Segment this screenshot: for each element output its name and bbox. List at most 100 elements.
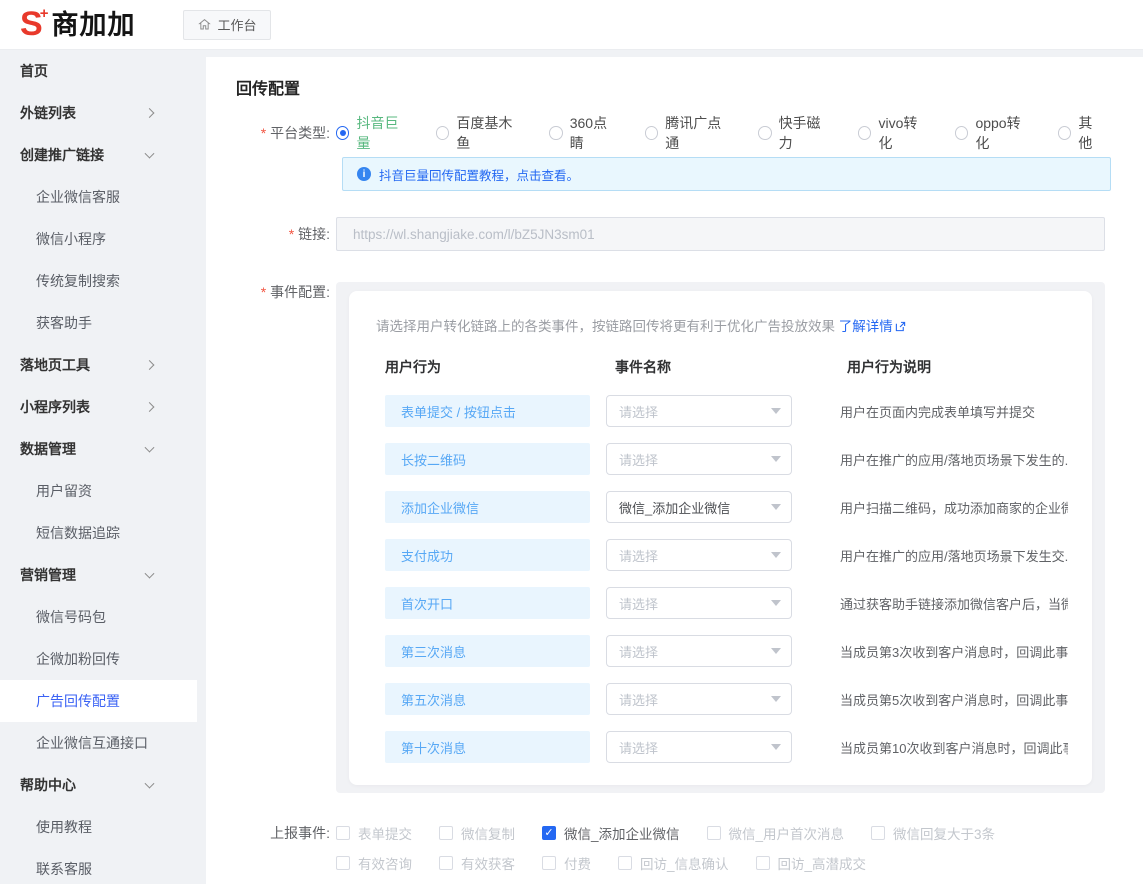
report-checkbox-微信回复大于3条[interactable]: 微信回复大于3条 bbox=[871, 823, 995, 843]
behavior-pill-支付成功[interactable]: 支付成功 bbox=[385, 539, 590, 571]
event-select-第十次消息[interactable]: 请选择 bbox=[606, 731, 792, 763]
sidebar-item-创建推广链接[interactable]: 创建推广链接 bbox=[0, 134, 197, 176]
sidebar-item-label: 帮助中心 bbox=[20, 775, 76, 795]
sidebar-item-联系客服[interactable]: 联系客服 bbox=[0, 848, 197, 884]
sidebar-item-企业微信互通接口[interactable]: 企业微信互通接口 bbox=[0, 722, 197, 764]
select-caret-icon bbox=[771, 408, 781, 414]
sidebar-item-label: 企微加粉回传 bbox=[36, 649, 120, 669]
platform-radio-快手磁力[interactable]: 快手磁力 bbox=[758, 113, 832, 153]
behavior-pill-第五次消息[interactable]: 第五次消息 bbox=[385, 683, 590, 715]
platform-radio-腾讯广点通[interactable]: 腾讯广点通 bbox=[645, 113, 732, 153]
sidebar-item-首页[interactable]: 首页 bbox=[0, 50, 197, 92]
select-value: 微信_添加企业微信 bbox=[619, 498, 730, 517]
event-select-首次开口[interactable]: 请选择 bbox=[606, 587, 792, 619]
platform-radio-其他[interactable]: 其他 bbox=[1058, 113, 1105, 153]
sidebar-item-使用教程[interactable]: 使用教程 bbox=[0, 806, 197, 848]
link-input[interactable]: https://wl.shangjiake.com/l/bZ5JN3sm01 bbox=[336, 217, 1105, 251]
tutorial-alert-text[interactable]: 抖音巨量回传配置教程，点击查看。 bbox=[379, 165, 579, 184]
report-checkbox-付费[interactable]: 付费 bbox=[542, 853, 591, 873]
report-checkbox-微信复制[interactable]: 微信复制 bbox=[439, 823, 515, 843]
app-logo[interactable]: S + 商加加 bbox=[20, 7, 135, 43]
sidebar-item-label: 营销管理 bbox=[20, 565, 76, 585]
behavior-pill-首次开口[interactable]: 首次开口 bbox=[385, 587, 590, 619]
sidebar-item-label: 传统复制搜索 bbox=[36, 271, 120, 291]
sidebar-item-企业微信客服[interactable]: 企业微信客服 bbox=[0, 176, 197, 218]
event-row: 第五次消息请选择当成员第5次收到客户消息时，回调此事... bbox=[376, 683, 1068, 715]
page-title: 回传配置 bbox=[236, 75, 1105, 99]
behavior-pill-长按二维码[interactable]: 长按二维码 bbox=[385, 443, 590, 475]
report-events-row: 上报事件: 表单提交 微信复制 ✓微信_添加企业微信 微信_用户首次消息 微信回复大于3… bbox=[236, 823, 1105, 883]
col-behavior-desc: 用户行为说明 bbox=[838, 357, 1068, 377]
checkbox-unchecked-icon bbox=[336, 856, 350, 870]
behavior-pill-第三次消息[interactable]: 第三次消息 bbox=[385, 635, 590, 667]
sidebar-item-企微加粉回传[interactable]: 企微加粉回传 bbox=[0, 638, 197, 680]
radio-unselected-icon bbox=[858, 126, 871, 140]
sidebar-item-营销管理[interactable]: 营销管理 bbox=[0, 554, 197, 596]
sidebar-item-广告回传配置[interactable]: 广告回传配置 bbox=[0, 680, 197, 722]
report-checkbox-表单提交[interactable]: 表单提交 bbox=[336, 823, 412, 843]
radio-unselected-icon bbox=[758, 126, 771, 140]
sidebar-item-微信号码包[interactable]: 微信号码包 bbox=[0, 596, 197, 638]
report-checkbox-微信_用户首次消息[interactable]: 微信_用户首次消息 bbox=[707, 823, 845, 843]
report-checkbox-有效咨询[interactable]: 有效咨询 bbox=[336, 853, 412, 873]
content-panel: 回传配置 平台类型: 抖音巨量 百度基木鱼 360点睛腾讯广点通快手磁力 vivo转化… bbox=[206, 57, 1143, 884]
sidebar-item-获客助手[interactable]: 获客助手 bbox=[0, 302, 197, 344]
report-checkbox-label: 微信复制 bbox=[461, 823, 515, 843]
platform-radio-百度基木鱼[interactable]: 百度基木鱼 bbox=[436, 113, 523, 153]
event-config-row: 事件配置: 请选择用户转化链路上的各类事件，按链路回传将更有利于优化广告投放效果… bbox=[236, 282, 1105, 793]
select-placeholder: 请选择 bbox=[619, 738, 658, 757]
platform-radio-抖音巨量[interactable]: 抖音巨量 bbox=[336, 113, 410, 153]
event-select-表单提交 / 按钮点击[interactable]: 请选择 bbox=[606, 395, 792, 427]
behavior-pill-表单提交 / 按钮点击[interactable]: 表单提交 / 按钮点击 bbox=[385, 395, 590, 427]
link-row: 链接: https://wl.shangjiake.com/l/bZ5JN3sm… bbox=[236, 217, 1105, 251]
logo-plus-glyph: + bbox=[40, 7, 49, 21]
sidebar-item-传统复制搜索[interactable]: 传统复制搜索 bbox=[0, 260, 197, 302]
learn-more-link[interactable]: 了解详情 bbox=[839, 319, 906, 334]
sidebar-item-数据管理[interactable]: 数据管理 bbox=[0, 428, 197, 470]
behavior-description: 当成员第3次收到客户消息时，回调此事... bbox=[838, 642, 1068, 661]
sidebar-item-用户留资[interactable]: 用户留资 bbox=[0, 470, 197, 512]
report-checkbox-label: 回访_信息确认 bbox=[640, 853, 729, 873]
report-checkbox-微信_添加企业微信[interactable]: ✓微信_添加企业微信 bbox=[542, 823, 680, 843]
behavior-pill-第十次消息[interactable]: 第十次消息 bbox=[385, 731, 590, 763]
platform-radio-label: 百度基木鱼 bbox=[456, 113, 523, 153]
event-select-长按二维码[interactable]: 请选择 bbox=[606, 443, 792, 475]
platform-radio-label: 抖音巨量 bbox=[356, 113, 409, 153]
sidebar-item-微信小程序[interactable]: 微信小程序 bbox=[0, 218, 197, 260]
radio-dot bbox=[340, 130, 346, 136]
report-checkbox-回访_高潜成交[interactable]: 回访_高潜成交 bbox=[756, 853, 867, 873]
select-caret-icon bbox=[771, 648, 781, 654]
sidebar-item-label: 企业微信互通接口 bbox=[36, 733, 148, 753]
sidebar-item-落地页工具[interactable]: 落地页工具 bbox=[0, 344, 197, 386]
report-checkbox-回访_信息确认[interactable]: 回访_信息确认 bbox=[618, 853, 729, 873]
report-checkbox-有效获客[interactable]: 有效获客 bbox=[439, 853, 515, 873]
sidebar: 首页外链列表创建推广链接企业微信客服微信小程序传统复制搜索获客助手落地页工具小程… bbox=[0, 50, 197, 884]
select-placeholder: 请选择 bbox=[619, 594, 658, 613]
sidebar-item-外链列表[interactable]: 外链列表 bbox=[0, 92, 197, 134]
platform-radio-vivo转化[interactable]: vivo转化 bbox=[858, 113, 929, 153]
event-select-第三次消息[interactable]: 请选择 bbox=[606, 635, 792, 667]
report-checkbox-row: 表单提交 微信复制 ✓微信_添加企业微信 微信_用户首次消息 微信回复大于3条 bbox=[336, 823, 1105, 843]
sidebar-item-label: 数据管理 bbox=[20, 439, 76, 459]
sidebar-item-label: 获客助手 bbox=[36, 313, 92, 333]
event-select-添加企业微信[interactable]: 微信_添加企业微信 bbox=[606, 491, 792, 523]
platform-radio-oppo转化[interactable]: oppo转化 bbox=[955, 113, 1032, 153]
event-select-第五次消息[interactable]: 请选择 bbox=[606, 683, 792, 715]
sidebar-item-小程序列表[interactable]: 小程序列表 bbox=[0, 386, 197, 428]
platform-radio-360点睛[interactable]: 360点睛 bbox=[549, 113, 618, 153]
sidebar-item-label: 企业微信客服 bbox=[36, 187, 120, 207]
event-table-body: 表单提交 / 按钮点击请选择用户在页面内完成表单填写并提交长按二维码请选择用户在… bbox=[376, 395, 1068, 763]
behavior-pill-添加企业微信[interactable]: 添加企业微信 bbox=[385, 491, 590, 523]
event-row: 首次开口请选择通过获客助手链接添加微信客户后，当微... bbox=[376, 587, 1068, 619]
sidebar-item-短信数据追踪[interactable]: 短信数据追踪 bbox=[0, 512, 197, 554]
select-caret-icon bbox=[771, 600, 781, 606]
sidebar-item-label: 广告回传配置 bbox=[36, 691, 120, 711]
event-row: 添加企业微信微信_添加企业微信用户扫描二维码，成功添加商家的企业微信 bbox=[376, 491, 1068, 523]
platform-type-label: 平台类型: bbox=[236, 123, 336, 143]
sidebar-item-帮助中心[interactable]: 帮助中心 bbox=[0, 764, 197, 806]
workspace-tab[interactable]: 工作台 bbox=[183, 10, 271, 40]
report-events-label: 上报事件: bbox=[236, 823, 336, 883]
report-checkbox-label: 微信_用户首次消息 bbox=[729, 823, 845, 843]
event-select-支付成功[interactable]: 请选择 bbox=[606, 539, 792, 571]
sidebar-item-label: 使用教程 bbox=[36, 817, 92, 837]
